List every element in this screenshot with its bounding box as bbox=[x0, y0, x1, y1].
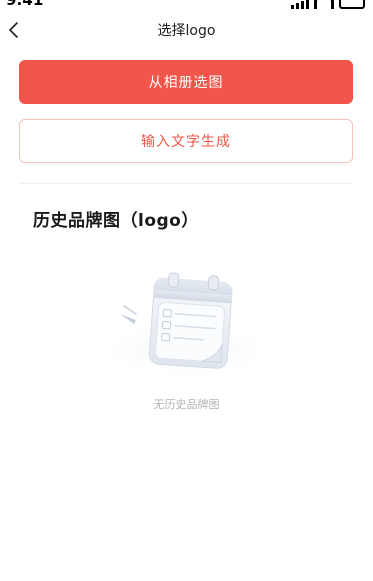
nav-bar: 选择logo bbox=[0, 12, 373, 48]
divider bbox=[19, 183, 353, 184]
page-title: 选择logo bbox=[157, 23, 216, 39]
status-bar: 9:41 bbox=[0, 0, 373, 10]
generate-from-text-button[interactable]: 输入文字生成 bbox=[19, 119, 353, 163]
status-time: 9:41 bbox=[6, 0, 44, 9]
empty-calendar-icon bbox=[98, 272, 274, 378]
pick-from-album-button[interactable]: 从相册选图 bbox=[19, 60, 353, 104]
history-section-title: 历史品牌图（logo） bbox=[33, 211, 199, 231]
wifi-icon bbox=[314, 0, 334, 9]
battery-icon bbox=[339, 0, 365, 9]
signal-icon bbox=[291, 0, 309, 9]
status-icons bbox=[291, 0, 365, 9]
empty-state-text: 无历史品牌图 bbox=[153, 398, 220, 411]
